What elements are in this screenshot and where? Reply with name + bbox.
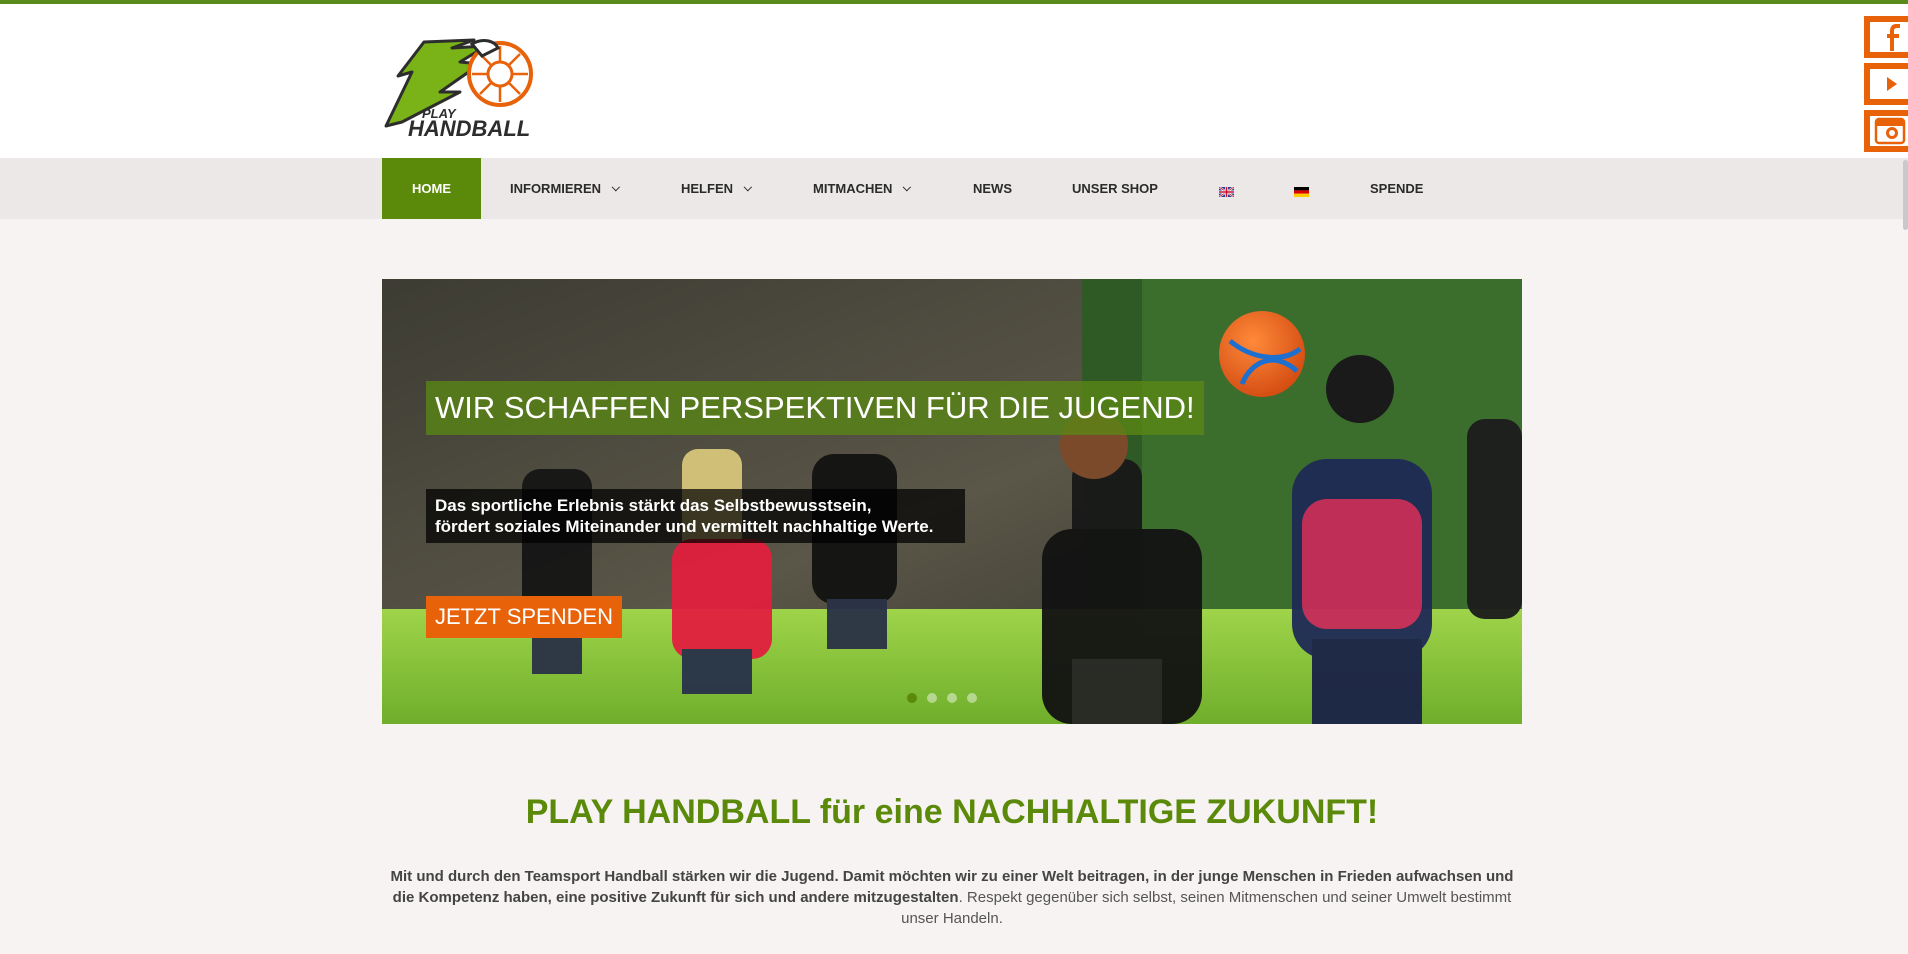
chevron-down-icon [903, 182, 912, 192]
site-header: PLAY HANDBALL [0, 4, 1908, 158]
nav-mitmachen-label: MITMACHEN [813, 181, 893, 196]
slide-text: Das sportliche Erlebnis stärkt das Selbs… [426, 489, 965, 543]
slider-dot-2[interactable] [927, 693, 937, 703]
intro-rest-text: . Respekt gegenüber sich selbst, seinen … [901, 889, 1512, 927]
slider-dot-4[interactable] [967, 693, 977, 703]
nav-news[interactable]: NEWS [973, 158, 1012, 219]
logo-text-handball: HANDBALL [408, 116, 530, 140]
page-headline: PLAY HANDBALL für eine NACHHALTIGE ZUKUN… [525, 793, 1379, 831]
chevron-down-icon [611, 182, 621, 192]
slide-title: WIR SCHAFFEN PERSPEKTIVEN FÜR DIE JUGEND… [426, 381, 1204, 435]
nav-mitmachen[interactable]: MITMACHEN [813, 158, 912, 219]
nav-informieren[interactable]: INFORMIEREN [510, 158, 621, 219]
nav-spende[interactable]: SPENDE [1370, 158, 1423, 219]
scrollbar-thumb[interactable] [1903, 160, 1908, 230]
donate-now-button[interactable]: JETZT SPENDEN [426, 596, 623, 638]
slider-dot-1[interactable] [907, 693, 917, 703]
scrollbar[interactable] [1902, 0, 1908, 954]
slider-dot-3[interactable] [947, 693, 957, 703]
slide-text-line-1: Das sportliche Erlebnis stärkt das Selbs… [435, 496, 872, 515]
nav-helfen-label: HELFEN [681, 181, 733, 196]
slide-text-line-2: fördert soziales Miteinander und vermitt… [435, 517, 934, 536]
nav-informieren-label: INFORMIEREN [510, 181, 601, 196]
hero-slider[interactable]: WIR SCHAFFEN PERSPEKTIVEN FÜR DIE JUGEND… [382, 279, 1522, 724]
nav-helfen[interactable]: HELFEN [681, 158, 753, 219]
main-navigation: HOME INFORMIEREN HELFEN MITMACHEN NEWS U… [0, 158, 1908, 219]
english-flag-icon[interactable] [1218, 184, 1235, 198]
chevron-down-icon [743, 182, 753, 192]
play-handball-logo-icon: PLAY HANDBALL [384, 38, 533, 141]
site-logo[interactable]: PLAY HANDBALL [382, 34, 534, 141]
nav-home[interactable]: HOME [382, 158, 481, 219]
nav-shop[interactable]: UNSER SHOP [1072, 158, 1158, 219]
intro-paragraph: Mit und durch den Teamsport Handball stä… [385, 866, 1519, 929]
german-flag-icon[interactable] [1294, 184, 1309, 197]
